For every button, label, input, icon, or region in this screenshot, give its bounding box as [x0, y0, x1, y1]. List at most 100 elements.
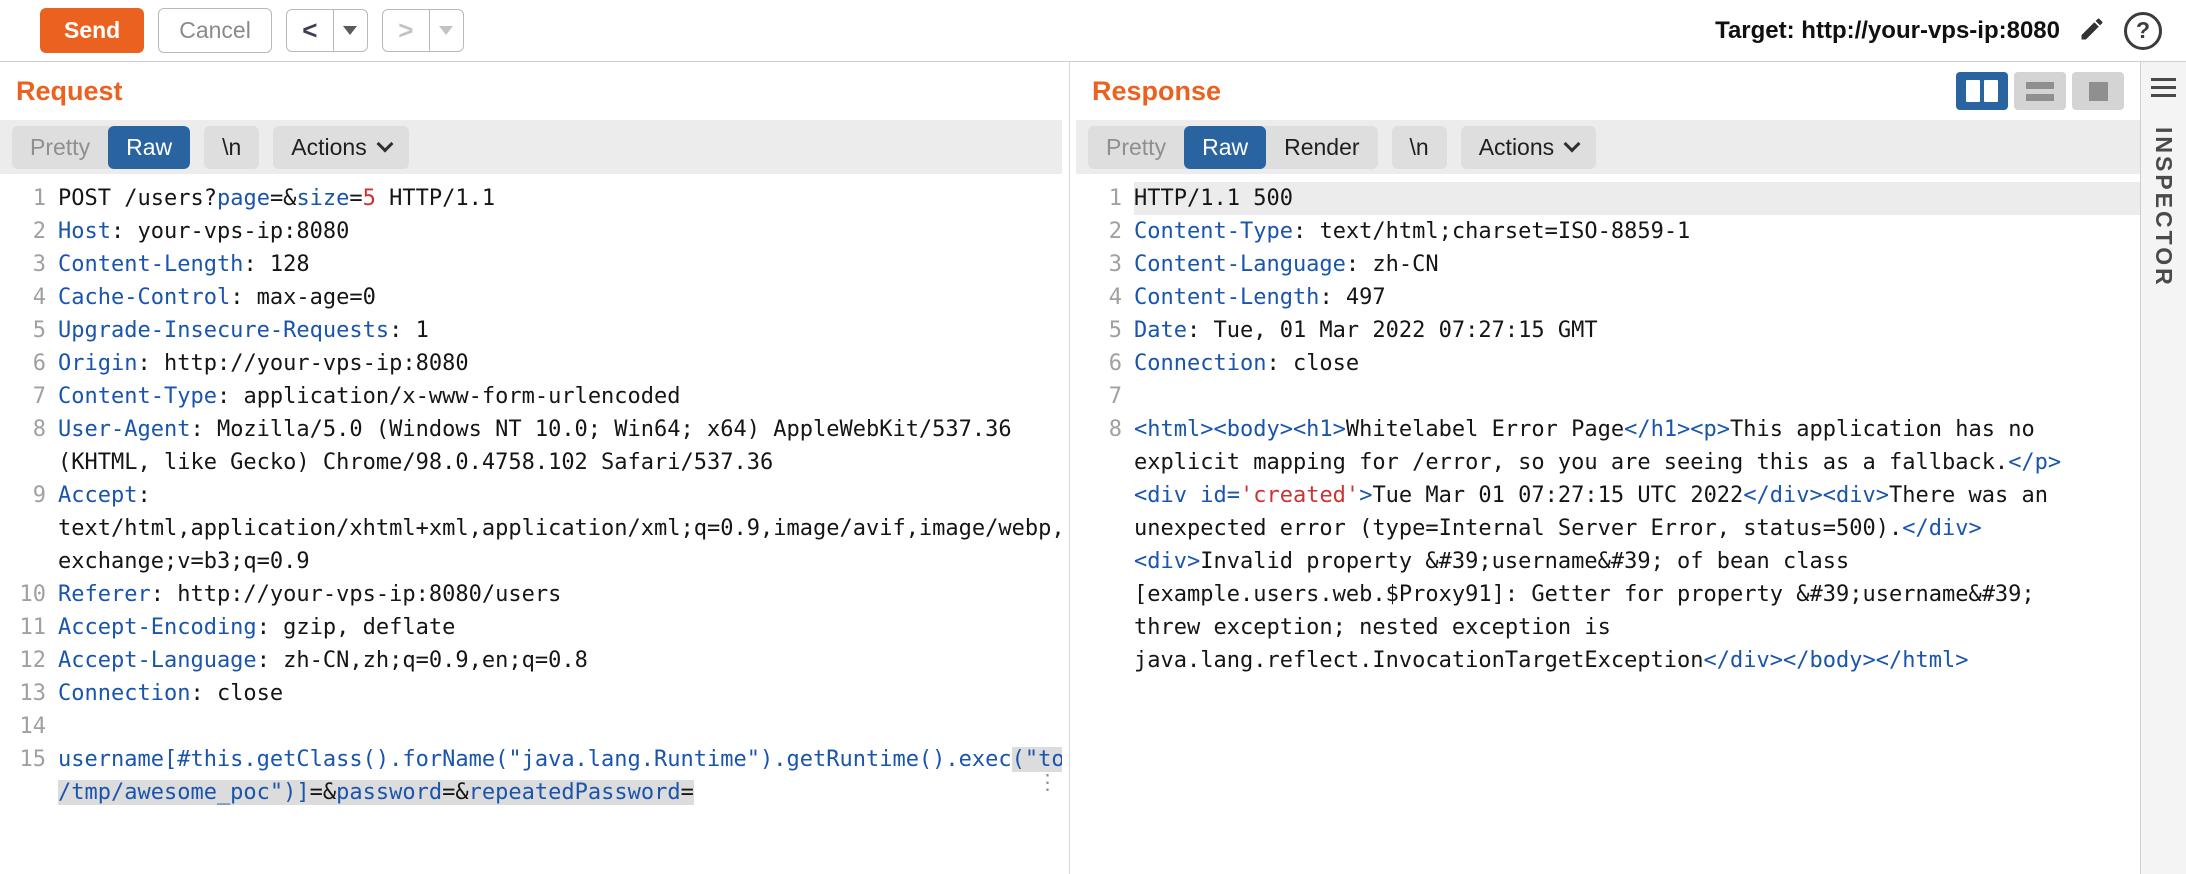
editor-line[interactable]: 8User-Agent: Mozilla/5.0 (Windows NT 10.… [0, 413, 1062, 479]
chevron-down-icon [343, 26, 357, 35]
code-segment: : zh-CN [1346, 252, 1439, 277]
request-tab-pretty[interactable]: Pretty [12, 126, 108, 169]
response-actions-button[interactable]: Actions [1461, 126, 1596, 169]
back-dropdown-button[interactable] [333, 10, 367, 51]
code-line[interactable] [1134, 380, 2140, 413]
menu-icon[interactable] [2151, 78, 2176, 97]
edit-target-icon[interactable] [2078, 15, 2106, 46]
code-segment: : max-age=0 [230, 285, 376, 310]
code-line[interactable]: username[#this.getClass().forName("java.… [58, 743, 1062, 809]
code-line[interactable]: Content-Length: 128 [58, 248, 1062, 281]
editor-line[interactable]: 1POST /users?page=&size=5 HTTP/1.1 [0, 182, 1062, 215]
line-number: 4 [1076, 281, 1122, 314]
request-newline-toggle-button[interactable]: \n [204, 126, 259, 169]
forward-dropdown-button[interactable] [429, 10, 463, 51]
line-number: 13 [0, 677, 46, 710]
forward-button[interactable]: > [383, 10, 429, 51]
code-line[interactable]: Accept-Encoding: gzip, deflate [58, 611, 1062, 644]
editor-line[interactable]: 7 [1076, 380, 2140, 413]
response-newline-toggle-button[interactable]: \n [1392, 126, 1447, 169]
code-segment: : http://your-vps-ip:8080 [137, 351, 468, 376]
editor-line[interactable]: 15username[#this.getClass().forName("jav… [0, 743, 1062, 809]
send-button[interactable]: Send [40, 8, 144, 53]
code-line[interactable]: Date: Tue, 01 Mar 2022 07:27:15 GMT [1134, 314, 2140, 347]
editor-line[interactable]: 3Content-Language: zh-CN [1076, 248, 2140, 281]
request-actions-button[interactable]: Actions [273, 126, 408, 169]
code-line[interactable]: Cache-Control: max-age=0 [58, 281, 1062, 314]
code-line[interactable]: Accept: text/html,application/xhtml+xml,… [58, 479, 1062, 578]
editor-line[interactable]: 1HTTP/1.1 500 [1076, 182, 2140, 215]
code-segment: : Tue, 01 Mar 2022 07:27:15 GMT [1187, 318, 1598, 343]
layout-single-button[interactable] [2072, 72, 2124, 110]
history-back-group: < [286, 9, 368, 52]
panel-splitter[interactable] [1062, 62, 1076, 874]
help-icon[interactable]: ? [2124, 12, 2162, 50]
columns-layout-icon [1966, 80, 1980, 102]
vertical-dots-icon[interactable]: ⋮ [1037, 766, 1058, 799]
editor-line[interactable]: 3Content-Length: 128 [0, 248, 1062, 281]
code-line[interactable]: Referer: http://your-vps-ip:8080/users [58, 578, 1062, 611]
editor-line[interactable]: 6Connection: close [1076, 347, 2140, 380]
editor-line[interactable]: 12Accept-Language: zh-CN,zh;q=0.9,en;q=0… [0, 644, 1062, 677]
editor-line[interactable]: 6 Origin: http://your-vps-ip:8080 [0, 347, 1062, 380]
code-segment: : http://your-vps-ip:8080/users [151, 582, 562, 607]
code-segment: HTTP/1.1 [376, 186, 495, 211]
editor-line[interactable]: 9Accept: text/html,application/xhtml+xml… [0, 479, 1062, 578]
code-line[interactable]: Accept-Language: zh-CN,zh;q=0.9,en;q=0.8 [58, 644, 1062, 677]
code-line[interactable]: User-Agent: Mozilla/5.0 (Windows NT 10.0… [58, 413, 1062, 479]
code-line[interactable]: POST /users?page=&size=5 HTTP/1.1 [58, 182, 1062, 215]
response-tab-raw[interactable]: Raw [1184, 126, 1266, 169]
layout-columns-button[interactable] [1956, 72, 2008, 110]
code-segment: Upgrade-Insecure-Requests [58, 318, 389, 343]
editor-line[interactable]: 5Upgrade-Insecure-Requests: 1 [0, 314, 1062, 347]
code-line[interactable]: Upgrade-Insecure-Requests: 1 [58, 314, 1062, 347]
response-tab-pretty[interactable]: Pretty [1088, 126, 1184, 169]
code-line[interactable]: Connection: close [1134, 347, 2140, 380]
cancel-button[interactable]: Cancel [158, 8, 272, 53]
code-segment: Accept-Language [58, 648, 257, 673]
inspector-panel: INSPECTOR [2140, 62, 2186, 874]
code-segment: : text/html;charset=ISO-8859-1 [1293, 219, 1690, 244]
code-line[interactable]: Host: your-vps-ip:8080 [58, 215, 1062, 248]
single-pane-icon [2089, 82, 2108, 101]
request-tab-raw[interactable]: Raw [108, 126, 190, 169]
editor-line[interactable]: 8<html><body><h1>Whitelabel Error Page</… [1076, 413, 2140, 677]
code-line[interactable]: Content-Length: 497 [1134, 281, 2140, 314]
code-segment: </h1><p> [1624, 417, 1730, 442]
response-editor[interactable]: 1HTTP/1.1 5002Content-Type: text/html;ch… [1076, 174, 2140, 874]
editor-line[interactable]: 2Content-Type: text/html;charset=ISO-885… [1076, 215, 2140, 248]
code-line[interactable]: Content-Language: zh-CN [1134, 248, 2140, 281]
code-line[interactable]: Content-Type: application/x-www-form-url… [58, 380, 1062, 413]
editor-line[interactable]: 13 Connection: close [0, 677, 1062, 710]
editor-line[interactable]: 2Host: your-vps-ip:8080 [0, 215, 1062, 248]
response-tabbar: Pretty Raw Render \n Actions [1076, 120, 2140, 174]
code-line[interactable]: <html><body><h1>Whitelabel Error Page</h… [1134, 413, 2140, 677]
code-line[interactable]: Origin: http://your-vps-ip:8080 [58, 347, 1062, 380]
code-line[interactable]: HTTP/1.1 500 [1134, 182, 2140, 215]
code-line[interactable] [58, 710, 1062, 743]
editor-line[interactable]: 5Date: Tue, 01 Mar 2022 07:27:15 GMT [1076, 314, 2140, 347]
request-tabbar: Pretty Raw \n Actions [0, 120, 1062, 174]
editor-line[interactable]: 4Cache-Control: max-age=0 [0, 281, 1062, 314]
code-line[interactable]: Content-Type: text/html;charset=ISO-8859… [1134, 215, 2140, 248]
request-panel: Request Pretty Raw \n Actions ⋮ 1POST /u… [0, 62, 1062, 874]
back-button[interactable]: < [287, 10, 333, 51]
code-line[interactable]: Connection: close [58, 677, 1062, 710]
editor-line[interactable]: 7Content-Type: application/x-www-form-ur… [0, 380, 1062, 413]
inspector-label[interactable]: INSPECTOR [2150, 127, 2177, 288]
line-number: 8 [1076, 413, 1122, 677]
editor-line[interactable]: 10Referer: http://your-vps-ip:8080/users [0, 578, 1062, 611]
code-segment: Accept [58, 483, 137, 508]
layout-rows-button[interactable] [2014, 72, 2066, 110]
request-editor[interactable]: ⋮ 1POST /users?page=&size=5 HTTP/1.12Hos… [0, 174, 1062, 874]
code-segment: > [1359, 483, 1372, 508]
line-number: 6 [0, 347, 46, 380]
columns-layout-icon [1984, 80, 1998, 102]
code-segment: Content-Length [1134, 285, 1319, 310]
editor-line[interactable]: 4 Content-Length: 497 [1076, 281, 2140, 314]
code-segment: POST /users? [58, 186, 217, 211]
editor-line[interactable]: 14 [0, 710, 1062, 743]
editor-line[interactable]: 11Accept-Encoding: gzip, deflate [0, 611, 1062, 644]
response-tab-render[interactable]: Render [1266, 126, 1377, 169]
response-title: Response [1092, 76, 1221, 107]
